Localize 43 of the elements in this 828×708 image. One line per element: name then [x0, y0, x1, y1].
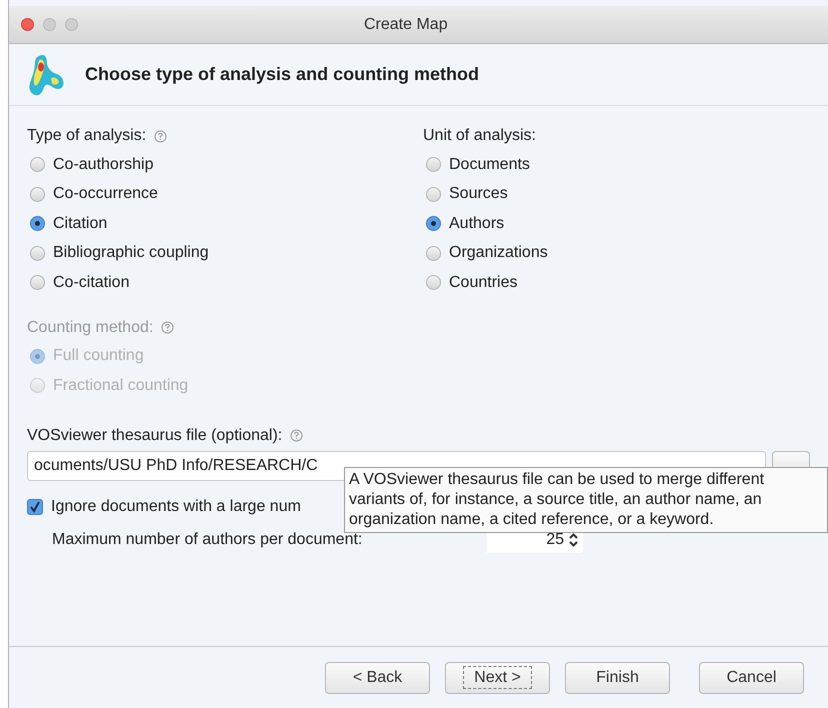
checkbox[interactable]	[27, 498, 43, 514]
checkbox-label: Ignore documents with a large num	[51, 496, 301, 516]
minimize-button[interactable]	[43, 18, 56, 31]
radio-button[interactable]	[30, 246, 45, 261]
radio-button[interactable]	[426, 157, 441, 172]
tooltip: A VOSviewer thesaurus file can be used to merge different variants of, for instance, a source title, an author name, an organization name, a cited reference, or a keyword.	[344, 467, 828, 533]
group-label: Unit of analysis:	[423, 126, 537, 146]
help-icon	[290, 429, 304, 442]
maximize-button[interactable]	[65, 18, 78, 31]
dialog-button[interactable]: Next >	[445, 662, 550, 694]
dialog-button[interactable]: Finish	[565, 662, 670, 694]
radio-label: Authors	[449, 214, 504, 234]
radio-button[interactable]	[426, 216, 441, 232]
dialog-button[interactable]: < Back	[325, 662, 430, 694]
radio-label: Full counting	[53, 346, 144, 366]
radio-label: Co-occurrence	[53, 184, 158, 204]
group-label: Counting method:	[27, 318, 154, 338]
radio-button[interactable]	[426, 186, 441, 202]
radio-button[interactable]	[426, 275, 441, 290]
header-title: Choose type of analysis and counting method	[85, 63, 480, 86]
thesaurus-label: VOSviewer thesaurus file (optional):	[27, 426, 282, 446]
radio-label: Sources	[449, 184, 508, 204]
radio-label: Citation	[53, 214, 108, 234]
radio-button[interactable]	[30, 157, 45, 172]
radio-label: Countries	[449, 272, 518, 293]
radio-label: Co-citation	[53, 272, 130, 293]
radio-label: Fractional counting	[53, 376, 188, 396]
window-title: Create Map	[364, 14, 448, 34]
radio-label: Bibliographic coupling	[53, 243, 209, 264]
radio-button[interactable]	[30, 275, 45, 290]
radio-label: Documents	[449, 154, 530, 175]
radio-button[interactable]	[426, 246, 441, 261]
radio-button[interactable]	[30, 186, 45, 202]
stepper-icon	[568, 532, 579, 548]
help-icon	[154, 130, 168, 142]
dialog-button[interactable]: Cancel	[699, 662, 804, 694]
checkmark-icon	[29, 500, 41, 512]
radio-button[interactable]	[30, 216, 45, 232]
radio-label: Organizations	[449, 243, 548, 264]
radio-label: Co-authorship	[53, 154, 154, 175]
close-button[interactable]	[21, 18, 34, 31]
group-label: Type of analysis:	[27, 126, 146, 146]
help-icon	[161, 321, 174, 334]
